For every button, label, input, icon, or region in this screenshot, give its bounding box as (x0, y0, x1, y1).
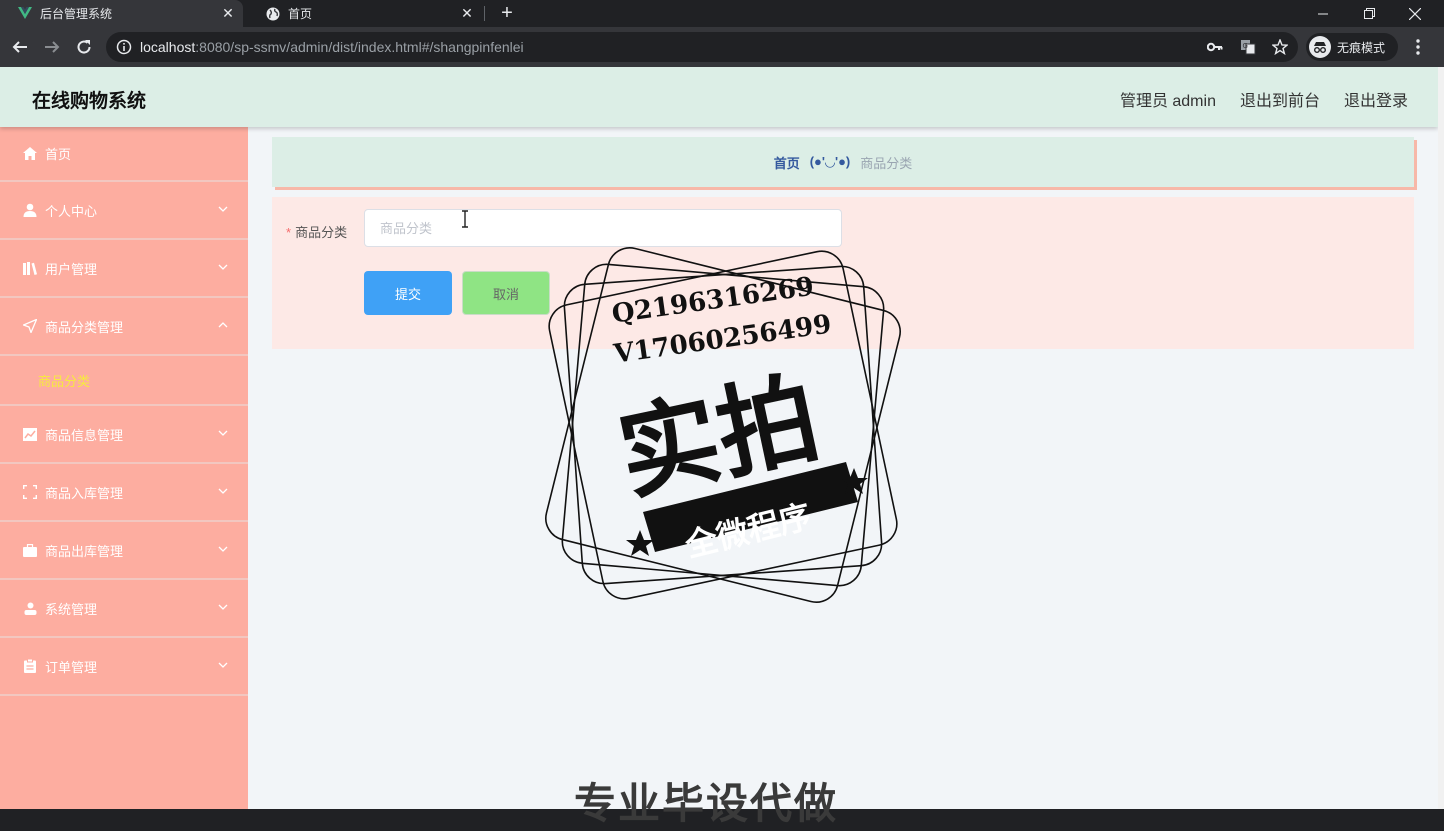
sidebar-item-stock-in[interactable]: 商品入库管理 (0, 464, 248, 522)
main-content: 首页 (●'◡'●) 商品分类 *商品分类 提交 取消 (248, 127, 1438, 809)
watermark-bottom: 专业毕设代做 (574, 779, 839, 828)
exit-to-front-link[interactable]: 退出到前台 (1240, 87, 1320, 111)
tab-close-icon[interactable]: ✕ (219, 5, 237, 23)
chevron-down-icon (218, 546, 228, 552)
key-icon[interactable] (1206, 38, 1224, 56)
header-actions: 管理员 admin 退出到前台 退出登录 (1120, 87, 1408, 111)
svg-text:G: G (1243, 42, 1248, 50)
sidebar-item-orders[interactable]: 订单管理 (0, 638, 248, 696)
category-form: *商品分类 提交 取消 (272, 197, 1414, 349)
category-input[interactable] (364, 209, 842, 247)
address-bar[interactable]: localhost:8080/sp-ssmv/admin/dist/index.… (106, 32, 1298, 62)
chevron-down-icon (218, 604, 228, 610)
incognito-icon (1309, 36, 1331, 58)
user-icon (22, 202, 38, 218)
app-header: 在线购物系统 管理员 admin 退出到前台 退出登录 (0, 67, 1438, 127)
incognito-badge[interactable]: 无痕模式 (1306, 33, 1398, 61)
sidebar-item-label: 订单管理 (45, 659, 98, 675)
breadcrumb-current: 商品分类 (860, 155, 913, 171)
site-info-icon[interactable] (116, 39, 132, 55)
cancel-button[interactable]: 取消 (462, 271, 550, 315)
browser-tab-inactive[interactable]: 首页 ✕ (248, 0, 484, 27)
new-tab-icon[interactable]: + (496, 2, 518, 24)
page-scrollbar[interactable] (1438, 67, 1444, 809)
restore-icon[interactable] (1346, 0, 1392, 27)
url-text: localhost:8080/sp-ssmv/admin/dist/index.… (140, 39, 524, 55)
person-icon (22, 600, 38, 616)
logout-link[interactable]: 退出登录 (1344, 87, 1408, 111)
incognito-label: 无痕模式 (1337, 40, 1386, 55)
vue-logo-icon (18, 7, 32, 21)
reload-icon[interactable] (72, 35, 96, 59)
sidebar-subitem-label: 商品分类 (38, 373, 91, 389)
category-label-text: 商品分类 (295, 225, 348, 240)
chart-icon (22, 426, 38, 442)
sidebar-item-home[interactable]: 首页 (0, 127, 248, 182)
app-root: 在线购物系统 管理员 admin 退出到前台 退出登录 首页 个人中心 用户管理 (0, 67, 1438, 809)
browser-tab-active[interactable]: 后台管理系统 ✕ (0, 0, 243, 27)
forward-icon[interactable] (40, 35, 64, 59)
sidebar-subitem-category[interactable]: 商品分类 (0, 356, 248, 406)
sidebar-item-label: 首页 (45, 147, 72, 162)
close-window-icon[interactable] (1392, 0, 1438, 27)
breadcrumb-home[interactable]: 首页 (774, 153, 800, 172)
send-icon (22, 318, 38, 334)
sidebar-item-label: 商品分类管理 (45, 319, 124, 335)
sidebar-item-label: 用户管理 (45, 261, 98, 277)
sidebar-item-label: 商品入库管理 (45, 485, 124, 501)
back-icon[interactable] (8, 35, 32, 59)
sidebar-item-product-info[interactable]: 商品信息管理 (0, 406, 248, 464)
submit-button[interactable]: 提交 (364, 271, 452, 315)
scan-icon (22, 484, 38, 500)
tab-separator (484, 6, 485, 21)
chevron-down-icon (218, 662, 228, 668)
sidebar-item-category-management[interactable]: 商品分类管理 (0, 298, 248, 356)
sidebar-item-stock-out[interactable]: 商品出库管理 (0, 522, 248, 580)
text-cursor-icon (462, 210, 468, 228)
url-host: localhost (140, 39, 196, 55)
chevron-down-icon (218, 264, 228, 270)
browser-menu-icon[interactable] (1406, 35, 1430, 59)
breadcrumb-separator: (●'◡'●) (809, 154, 851, 169)
sidebar-item-label: 个人中心 (45, 203, 98, 219)
required-mark: * (286, 225, 292, 240)
admin-label: 管理员 admin (1119, 93, 1216, 110)
home-icon (22, 146, 38, 162)
url-path: :8080/sp-ssmv/admin/dist/index.html#/sha… (195, 39, 524, 55)
browser-tab-strip: 后台管理系统 ✕ 首页 ✕ + (0, 0, 1444, 27)
chevron-down-icon (218, 430, 228, 436)
sidebar-item-personal-center[interactable]: 个人中心 (0, 182, 248, 240)
chevron-down-icon (218, 206, 228, 212)
tab-title: 首页 (288, 7, 313, 21)
sidebar-menu: 首页 个人中心 用户管理 商品分类管理 商品分类 商品信息管理 商品入库管理 商… (0, 127, 248, 809)
app-title: 在线购物系统 (32, 91, 147, 112)
browser-toolbar: localhost:8080/sp-ssmv/admin/dist/index.… (0, 27, 1444, 67)
chevron-down-icon (218, 488, 228, 494)
sidebar-item-user-management[interactable]: 用户管理 (0, 240, 248, 298)
tab-title: 后台管理系统 (40, 7, 113, 21)
books-icon (22, 260, 38, 276)
sidebar-item-label: 系统管理 (45, 601, 98, 617)
minimize-icon[interactable] (1300, 0, 1346, 27)
clipboard-icon (22, 658, 38, 674)
tab-close-icon[interactable]: ✕ (458, 5, 476, 23)
sidebar-item-label: 商品出库管理 (45, 543, 124, 559)
globe-icon (266, 7, 280, 21)
category-field-label: * 商品分类 (286, 222, 347, 241)
briefcase-icon (22, 542, 38, 558)
breadcrumb: 首页 (●'◡'●) 商品分类 (272, 137, 1414, 187)
translate-icon[interactable]: G (1239, 38, 1257, 56)
sidebar-item-label: 商品信息管理 (45, 427, 124, 443)
sidebar-item-system[interactable]: 系统管理 (0, 580, 248, 638)
bookmark-star-icon[interactable] (1271, 38, 1289, 56)
chevron-up-icon (218, 322, 228, 328)
